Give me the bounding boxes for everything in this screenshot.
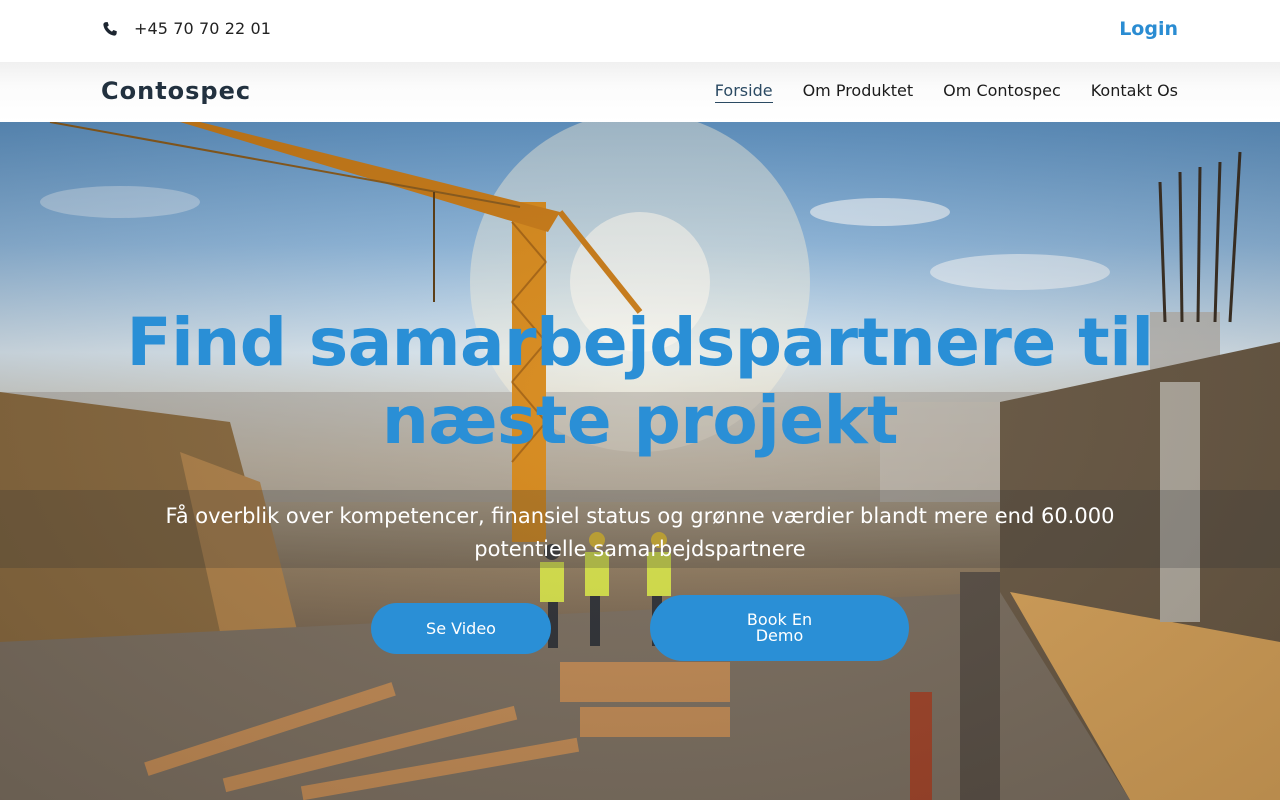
nav-bar: Contospec Forside Om Produktet Om Contos… [0,62,1280,122]
hero-overlay [0,122,1280,800]
nav-item-om-contospec[interactable]: Om Contospec [943,81,1061,103]
nav-item-kontakt-os[interactable]: Kontakt Os [1091,81,1178,103]
phone-contact[interactable]: +45 70 70 22 01 [102,19,271,38]
top-bar: +45 70 70 22 01 Login [0,0,1280,62]
hero-title: Find samarbejdspartnere til næste projek… [126,304,1154,459]
watch-video-button[interactable]: Se Video [371,603,551,654]
logo[interactable]: Contospec [101,77,251,105]
nav-item-om-produktet[interactable]: Om Produktet [803,81,914,103]
book-demo-label: Book En Demo [746,610,813,645]
phone-icon [102,21,118,37]
phone-number: +45 70 70 22 01 [134,19,272,38]
hero-subtitle: Få overblik over kompetencer, finansiel … [165,504,1115,561]
hero-section: Find samarbejdspartnere til næste projek… [0,122,1280,800]
book-demo-button[interactable]: Book En Demo [650,595,909,661]
main-nav: Forside Om Produktet Om Contospec Kontak… [714,81,1178,103]
login-link[interactable]: Login [1119,18,1178,40]
nav-item-forside[interactable]: Forside [714,81,773,103]
